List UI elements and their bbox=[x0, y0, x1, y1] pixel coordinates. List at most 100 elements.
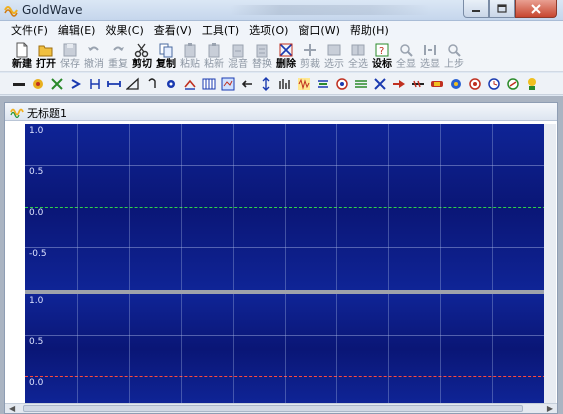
time-grid-line bbox=[77, 294, 78, 404]
redo-icon bbox=[113, 46, 124, 51]
toolbar-button-redo[interactable]: 重复 bbox=[106, 40, 130, 72]
left-channel[interactable]: 1.0 0.5 0.0 -0.5 bbox=[25, 124, 556, 290]
filter-tool-button[interactable] bbox=[219, 75, 236, 92]
menu-edit[interactable]: 编辑(E) bbox=[53, 22, 101, 39]
toolbar-button-paste-new[interactable]: 粘新 bbox=[202, 40, 226, 72]
paste-new-icon bbox=[208, 43, 220, 58]
close-button[interactable] bbox=[515, 0, 557, 18]
compressor-tool-button[interactable] bbox=[409, 75, 426, 92]
flanger-icon bbox=[71, 78, 81, 89]
toolbar-button-zoom-selection[interactable]: 选显 bbox=[418, 40, 442, 72]
lowpass-tool-button[interactable] bbox=[352, 75, 369, 92]
clip-tool-button[interactable] bbox=[314, 75, 331, 92]
time-grid-line bbox=[129, 124, 130, 290]
resample-tool-button[interactable] bbox=[276, 75, 293, 92]
toolbar-button-copy[interactable]: 复制 bbox=[154, 40, 178, 72]
toolbar-button-label: 打开 bbox=[36, 59, 56, 70]
stereo-tool-button[interactable] bbox=[428, 75, 445, 92]
toolbar-button-label: 混音 bbox=[228, 59, 248, 70]
toolbar-button-trim[interactable]: 剪裁 bbox=[298, 40, 322, 72]
fade-meter-tool-button[interactable] bbox=[504, 75, 521, 92]
toolbar-button-show-all[interactable]: 全显 bbox=[394, 40, 418, 72]
waveform-display[interactable]: 1.0 0.5 0.0 -0.5 1.0 0.5 0.0 bbox=[25, 124, 556, 404]
time-grid-line bbox=[285, 294, 286, 404]
menu-window[interactable]: 窗口(W) bbox=[293, 22, 344, 39]
toolbar-button-mix[interactable]: 混音 bbox=[226, 40, 250, 72]
stretch-tool-button[interactable] bbox=[105, 75, 122, 92]
toolbar-button-select-view[interactable]: 选示 bbox=[322, 40, 346, 72]
toolbar-button-cut[interactable]: 剪切 bbox=[130, 40, 154, 72]
volume-tool-button[interactable] bbox=[447, 75, 464, 92]
toolbar-button-paste[interactable]: 粘贴 bbox=[178, 40, 202, 72]
menu-effects[interactable]: 效果(C) bbox=[100, 22, 148, 39]
flanger-tool-button[interactable] bbox=[67, 75, 84, 92]
offset-tool-button[interactable] bbox=[181, 75, 198, 92]
scroll-right-icon[interactable]: ▶ bbox=[547, 404, 553, 413]
toolbar-button-replace[interactable]: 替换 bbox=[250, 40, 274, 72]
main-toolbar: 新建 打开 保存 撤消 重复 剪切 复制 粘贴 粘新 混音 替换 删除 剪裁 选示 全选? 设标 全显 选显 上步 bbox=[0, 40, 563, 72]
cut-icon bbox=[134, 43, 149, 58]
toolbar-button-label: 粘新 bbox=[204, 59, 224, 70]
time-grid-line bbox=[336, 294, 337, 404]
toolbar-button-set-marker[interactable]: ? 设标 bbox=[370, 40, 394, 72]
mechanize-tool-button[interactable] bbox=[162, 75, 179, 92]
scrollbar-thumb[interactable] bbox=[23, 405, 523, 412]
spectrum-tool-button[interactable] bbox=[333, 75, 350, 92]
equalizer-tool-button[interactable] bbox=[200, 75, 217, 92]
document-title-bar[interactable]: 无标题1 bbox=[5, 103, 557, 121]
invert-tool-button[interactable] bbox=[143, 75, 160, 92]
pan-icon bbox=[468, 77, 481, 90]
goldwave-logo-icon bbox=[4, 6, 18, 17]
toolbar-button-save[interactable]: 保存 bbox=[58, 40, 82, 72]
toolbar-button-open-folder[interactable]: 打开 bbox=[34, 40, 58, 72]
scroll-left-icon[interactable]: ◀ bbox=[9, 404, 15, 413]
toolbar-button-label: 剪切 bbox=[132, 59, 152, 70]
pan-tool-button[interactable] bbox=[466, 75, 483, 92]
fade-tool-button[interactable] bbox=[124, 75, 141, 92]
lowpass-icon bbox=[354, 79, 367, 88]
noise-reduction-tool-button[interactable] bbox=[295, 75, 312, 92]
menu-view[interactable]: 查看(V) bbox=[149, 22, 197, 39]
time-warp-tool-button[interactable] bbox=[485, 75, 502, 92]
channel-selector-strip[interactable] bbox=[5, 124, 25, 404]
time-grid-line bbox=[233, 124, 234, 290]
vertical-scrollbar[interactable] bbox=[544, 124, 556, 404]
compressor-icon bbox=[411, 80, 424, 87]
effects-toolbar bbox=[0, 73, 563, 95]
toolbar-button-undo[interactable]: 撤消 bbox=[82, 40, 106, 72]
time-grid-line bbox=[388, 124, 389, 290]
toolbar-button-select-all[interactable]: 全选 bbox=[346, 40, 370, 72]
expand-tool-button[interactable] bbox=[86, 75, 103, 92]
minimize-button[interactable] bbox=[463, 0, 489, 18]
left-zero-line bbox=[25, 207, 556, 208]
menu-help[interactable]: 帮助(H) bbox=[345, 22, 394, 39]
volume-shape-tool-button[interactable] bbox=[390, 75, 407, 92]
menu-tools[interactable]: 工具(T) bbox=[197, 22, 244, 39]
gear-icon bbox=[166, 79, 175, 88]
stereo-icon bbox=[430, 80, 443, 87]
playback-rate-tool-button[interactable] bbox=[371, 75, 388, 92]
silence-tool-button[interactable] bbox=[10, 75, 27, 92]
previous-icon bbox=[448, 44, 461, 57]
set-marker-icon: ? bbox=[375, 43, 389, 57]
toolbar-button-label: 选示 bbox=[324, 59, 344, 70]
menu-file[interactable]: 文件(F) bbox=[6, 22, 53, 39]
left-grid-line-neg-0-5 bbox=[25, 247, 556, 248]
horizontal-scrollbar[interactable]: ◀ ▶ bbox=[5, 403, 557, 413]
arrow-left-icon bbox=[241, 79, 252, 88]
spectrum-icon bbox=[335, 77, 348, 90]
doppler-tool-button[interactable] bbox=[29, 75, 46, 92]
reverse-tool-button[interactable] bbox=[238, 75, 255, 92]
pitch-tool-button[interactable] bbox=[257, 75, 274, 92]
toolbar-button-delete[interactable]: 删除 bbox=[274, 40, 298, 72]
toolbar-button-label: 选显 bbox=[420, 59, 440, 70]
echo-tool-button[interactable] bbox=[48, 75, 65, 92]
control-tool-button[interactable] bbox=[523, 75, 540, 92]
paste-icon bbox=[184, 43, 196, 58]
toolbar-button-new-file[interactable]: 新建 bbox=[10, 40, 34, 72]
menu-bar: 文件(F) 编辑(E) 效果(C) 查看(V) 工具(T) 选项(O) 窗口(W… bbox=[0, 21, 563, 40]
toolbar-button-previous[interactable]: 上步 bbox=[442, 40, 466, 72]
maximize-button[interactable] bbox=[489, 0, 515, 18]
right-channel[interactable]: 1.0 0.5 0.0 bbox=[25, 294, 556, 404]
menu-options[interactable]: 选项(O) bbox=[244, 22, 293, 39]
